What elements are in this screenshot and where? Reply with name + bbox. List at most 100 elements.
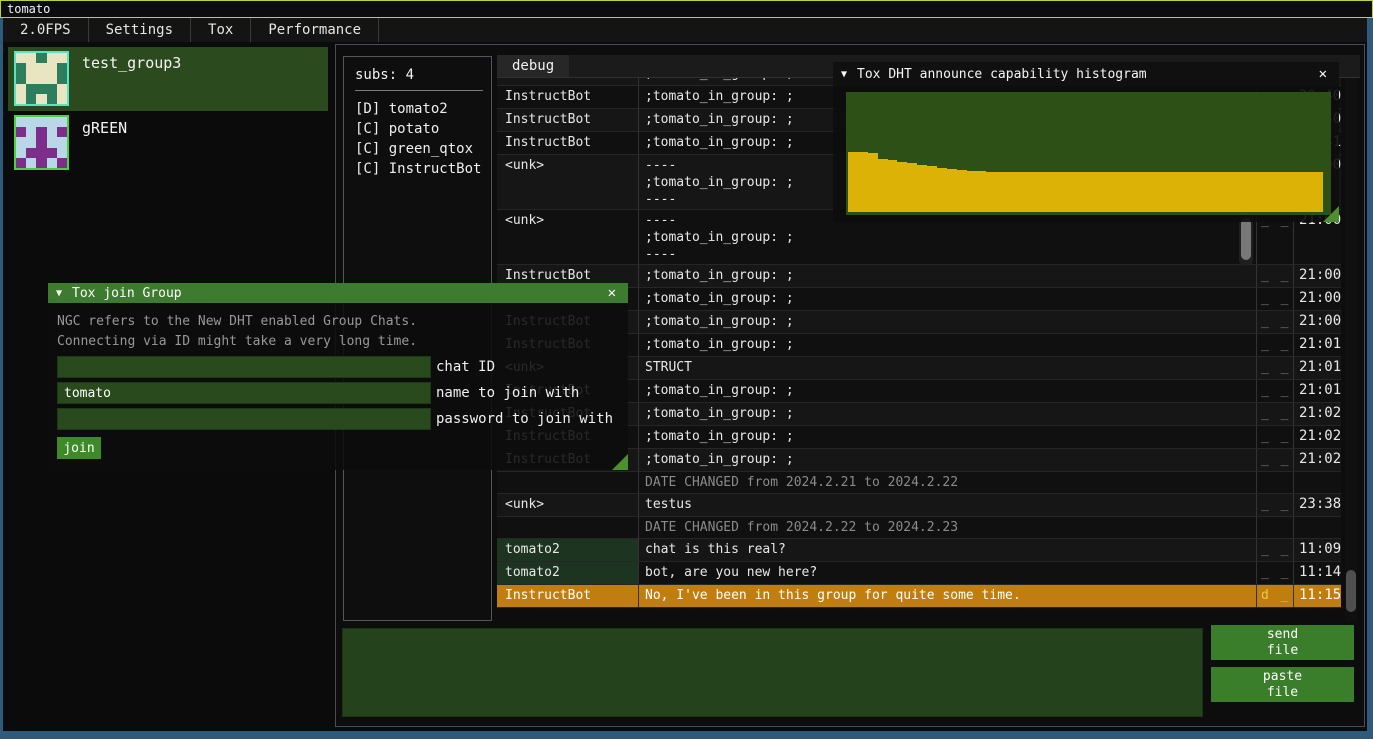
hist-bar: [907, 163, 917, 212]
hist-bar: [967, 171, 977, 212]
chat-scrollbar-handle[interactable]: [1346, 570, 1356, 612]
member-item-tomato2[interactable]: [D] tomato2: [355, 99, 491, 119]
menu-item-performance[interactable]: Performance: [251, 18, 379, 42]
name-cell: InstructBot: [497, 585, 638, 607]
close-icon[interactable]: ✕: [1315, 66, 1331, 82]
join-name-label: name to join with: [436, 385, 579, 401]
time-cell: 21:01: [1293, 380, 1341, 402]
text-cell: ;tomato_in_group: ;: [638, 403, 1256, 425]
name-cell: [497, 517, 638, 538]
group-name: test_group3: [69, 47, 181, 111]
join-button[interactable]: join: [57, 437, 101, 459]
flags-cell: _ _: [1256, 265, 1293, 287]
time-cell: 11:15: [1293, 585, 1341, 607]
menu-item-tox[interactable]: Tox: [191, 18, 251, 42]
flags-cell: _ _: [1256, 562, 1293, 584]
resize-grip[interactable]: [612, 454, 628, 470]
text-cell: chat is this real?: [638, 539, 1256, 561]
hist-bar: [1066, 172, 1076, 212]
hist-bar: [1105, 172, 1115, 212]
join-name-input[interactable]: [57, 382, 431, 404]
hist-plot: [846, 92, 1331, 215]
text-cell: ;tomato_in_group: ;: [638, 426, 1256, 448]
flags-cell: _ _: [1256, 311, 1293, 333]
hist-bar: [1145, 172, 1155, 212]
fps-counter: 2.0FPS: [3, 18, 89, 42]
time-cell: 21:00: [1293, 288, 1341, 310]
chat-id-input[interactable]: [57, 356, 431, 378]
hist-bar: [868, 153, 878, 212]
text-cell: STRUCT: [638, 357, 1256, 379]
window-titlebar[interactable]: tomato: [0, 0, 1373, 18]
hist-bar: [1244, 172, 1254, 212]
join-password-input[interactable]: [57, 408, 431, 430]
text-cell: ;tomato_in_group: ;: [638, 311, 1256, 333]
message-row[interactable]: <unk>testus_ _23:38: [497, 494, 1341, 517]
name-cell: InstructBot: [497, 109, 638, 131]
flags-cell: _ _: [1256, 288, 1293, 310]
time-cell: 21:00: [1293, 311, 1341, 333]
collapse-arrow-icon[interactable]: ▼: [56, 288, 62, 299]
hist-bar: [897, 162, 907, 212]
message-row[interactable]: tomato2chat is this real?_ _11:09: [497, 539, 1341, 562]
send-file-button[interactable]: send file: [1211, 625, 1354, 660]
flags-cell: _ _: [1256, 494, 1293, 516]
join-password-label: password to join with: [436, 411, 613, 427]
hist-bar: [1095, 172, 1105, 212]
time-cell: 21:02: [1293, 426, 1341, 448]
time-cell: 21:02: [1293, 403, 1341, 425]
message-input[interactable]: [342, 628, 1203, 717]
member-item-green_qtox[interactable]: [C] green_qtox: [355, 139, 491, 159]
flags-cell: _ _: [1256, 403, 1293, 425]
close-icon[interactable]: ✕: [604, 285, 620, 301]
paste-file-button[interactable]: paste file: [1211, 667, 1354, 702]
flags-cell: _ _: [1256, 449, 1293, 471]
member-item-instructbot[interactable]: [C] InstructBot: [355, 159, 491, 179]
cell-scrollbar-handle[interactable]: [1241, 218, 1251, 260]
chat-id-label: chat ID: [436, 359, 495, 375]
member-list: [D] tomato2[C] potato[C] green_qtox[C] I…: [355, 99, 491, 179]
hist-bar: [1085, 172, 1095, 212]
hist-window-titlebar[interactable]: ▼ Tox DHT announce capability histogram …: [833, 62, 1339, 86]
message-row[interactable]: InstructBotNo, I've been in this group f…: [497, 585, 1341, 608]
name-cell: tomato2: [497, 539, 638, 561]
join-window-titlebar[interactable]: ▼ Tox join Group ✕: [48, 283, 628, 303]
hist-bar: [888, 160, 898, 212]
join-desc-line2: Connecting via ID might take a very long…: [57, 332, 620, 352]
text-cell: ;tomato_in_group: ;: [638, 334, 1256, 356]
member-item-potato[interactable]: [C] potato: [355, 119, 491, 139]
collapse-arrow-icon[interactable]: ▼: [841, 69, 847, 80]
subs-count-label: subs: 4: [355, 67, 491, 83]
flags-cell: _ _: [1256, 539, 1293, 561]
time-cell: 11:14: [1293, 562, 1341, 584]
flags-cell: _ _: [1256, 357, 1293, 379]
resize-grip[interactable]: [1323, 206, 1339, 222]
hist-bar: [1135, 172, 1145, 212]
hist-bar: [1293, 172, 1303, 212]
sidebar-item-test-group3[interactable]: test_group3: [8, 47, 328, 111]
chat-scrollbar-track[interactable]: [1345, 78, 1357, 621]
hist-bar: [1263, 172, 1273, 212]
flags-cell: d _: [1256, 585, 1293, 607]
text-cell: ;tomato_in_group: ;: [638, 288, 1256, 310]
hist-bar: [1115, 172, 1125, 212]
hist-bar: [1036, 172, 1046, 212]
date-divider-row: DATE CHANGED from 2024.2.22 to 2024.2.23: [497, 517, 1341, 539]
tab-debug[interactable]: debug: [497, 55, 569, 77]
hist-bar: [947, 169, 957, 212]
hist-bar: [1234, 172, 1244, 212]
time-cell: 21:01: [1293, 334, 1341, 356]
app-title: tomato: [7, 2, 50, 16]
text-cell: ;tomato_in_group: ;: [638, 449, 1256, 471]
hist-bar: [1075, 172, 1085, 212]
time-cell: 23:38: [1293, 494, 1341, 516]
name-cell: [497, 472, 638, 493]
join-desc-line1: NGC refers to the New DHT enabled Group …: [57, 312, 620, 332]
hist-bar: [1313, 172, 1323, 212]
text-cell: DATE CHANGED from 2024.2.22 to 2024.2.23: [638, 517, 1256, 538]
hist-bar: [858, 152, 868, 212]
hist-bar: [996, 172, 1006, 212]
menu-item-settings[interactable]: Settings: [89, 18, 191, 42]
message-row[interactable]: tomato2bot, are you new here?_ _11:14: [497, 562, 1341, 585]
sidebar-item-green[interactable]: gREEN: [8, 112, 328, 170]
